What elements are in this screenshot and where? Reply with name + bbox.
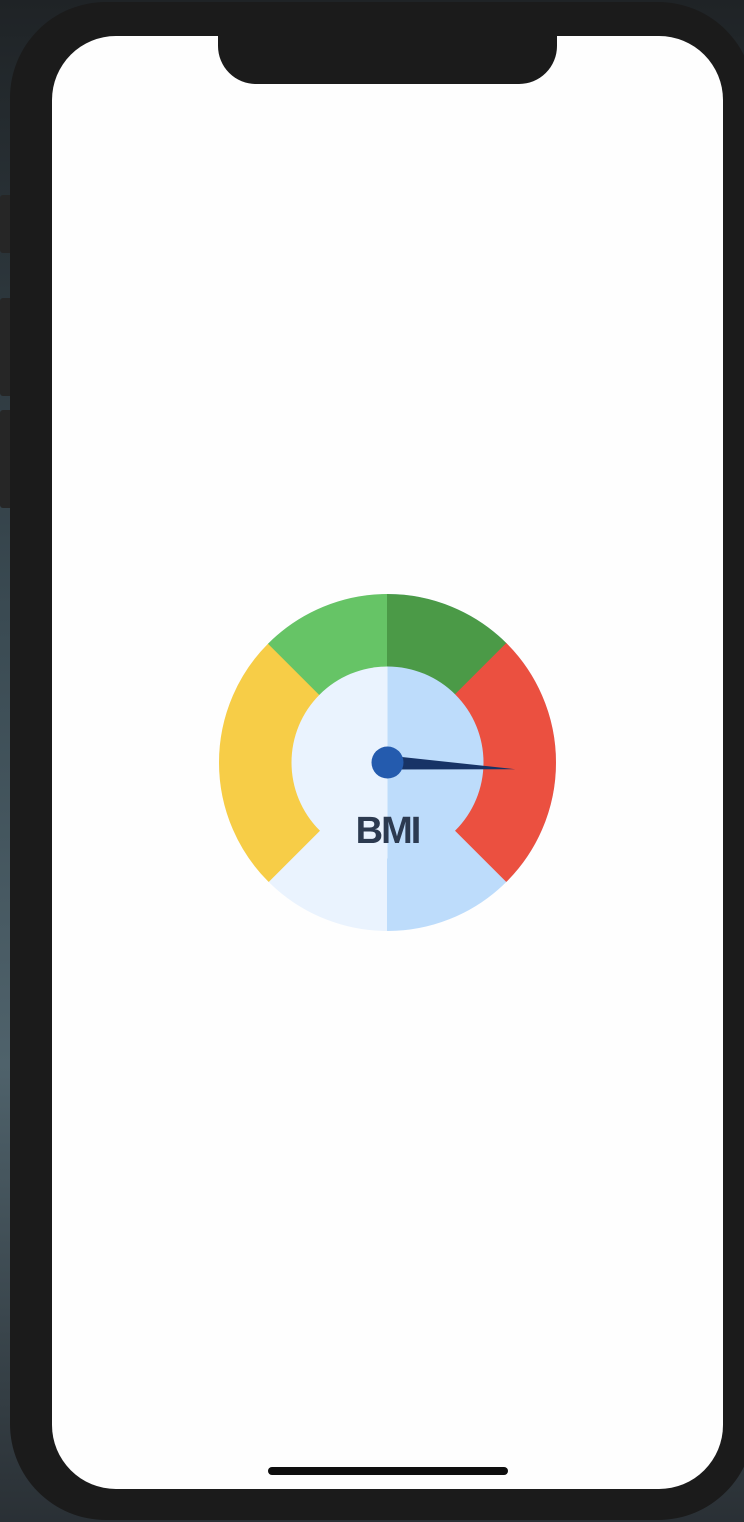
app-screen: BMI [52,36,723,1489]
bmi-gauge: BMI [219,594,556,931]
gauge-label: BMI [355,810,422,852]
gauge-graphic [219,594,556,931]
phone-frame: BMI [10,2,744,1520]
gauge-needle-hub [371,746,404,779]
home-indicator [268,1467,508,1475]
notch [218,36,557,84]
